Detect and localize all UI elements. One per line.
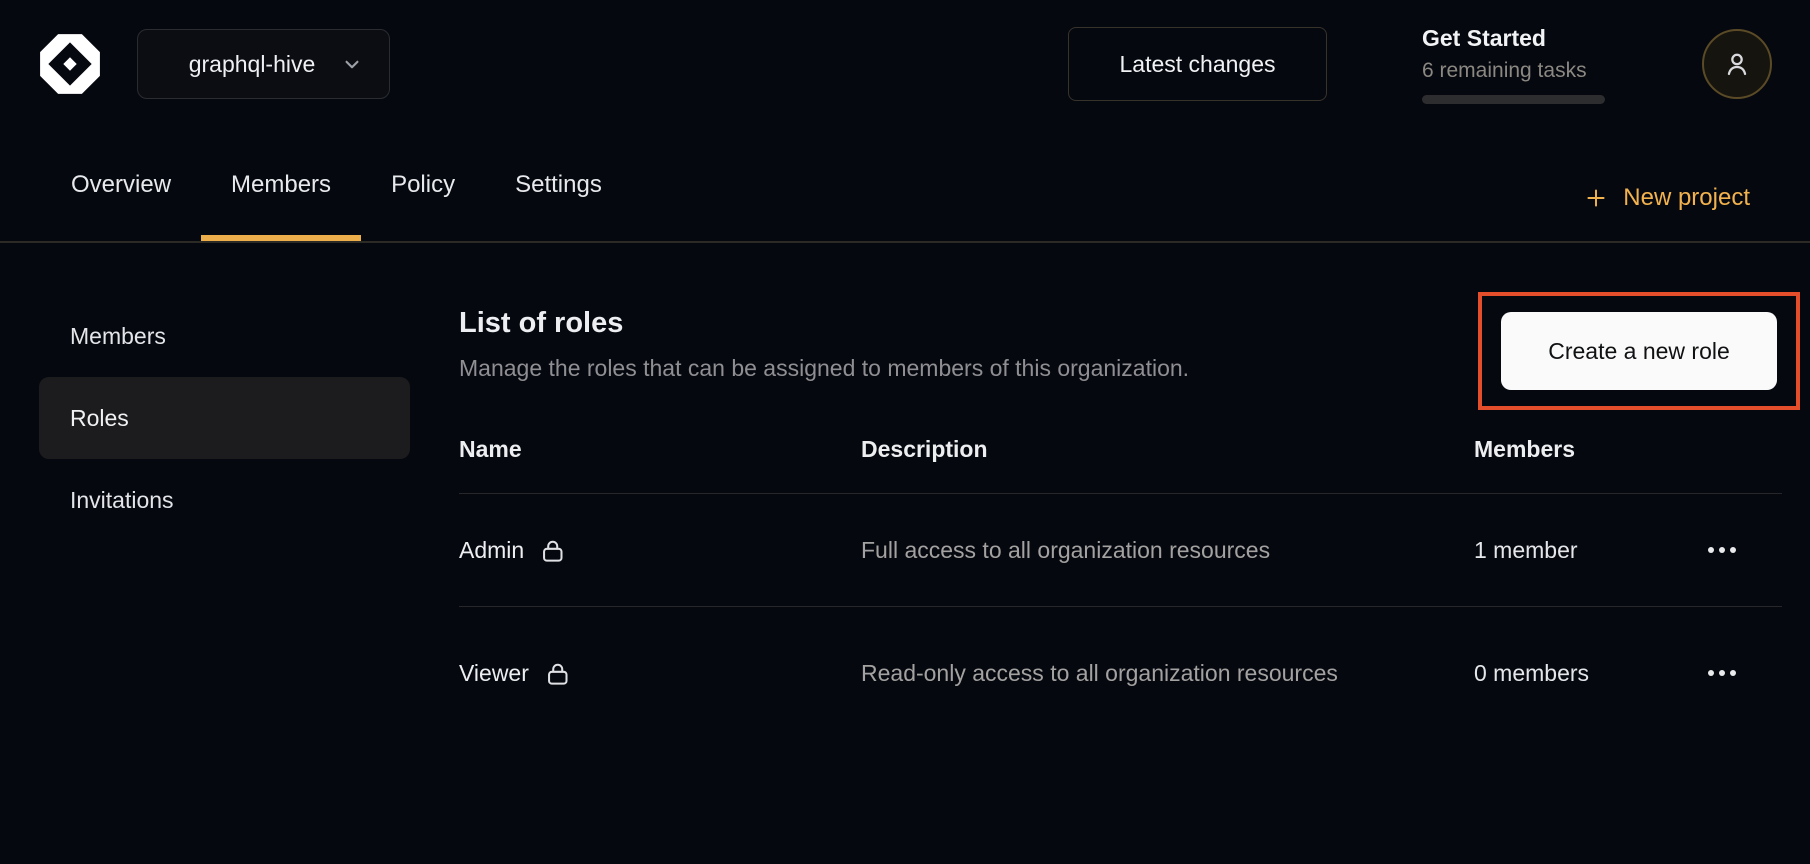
top-bar: graphql-hive Latest changes Get Started … [0, 0, 1810, 128]
role-description: Full access to all organization resource… [861, 530, 1361, 570]
table-row-viewer[interactable]: Viewer Read-only access to all organizat… [459, 606, 1782, 739]
new-project-label: New project [1623, 184, 1750, 212]
column-header-description: Description [861, 436, 1474, 463]
role-actions-cell [1662, 537, 1782, 563]
tab-overview[interactable]: Overview [41, 128, 201, 241]
role-name: Viewer [459, 660, 529, 687]
content-area: Members Roles Invitations List of roles … [0, 243, 1810, 739]
annotation-highlight: Create a new role [1478, 292, 1800, 410]
table-row-admin[interactable]: Admin Full access to all organization re… [459, 493, 1782, 606]
get-started-progress-bar [1422, 95, 1605, 104]
sidebar-item-invitations[interactable]: Invitations [39, 459, 410, 541]
user-avatar[interactable] [1702, 29, 1772, 99]
sidebar-item-members[interactable]: Members [39, 295, 410, 377]
role-members-count: 0 members [1474, 660, 1662, 687]
chevron-down-icon [339, 51, 365, 77]
role-actions-cell [1662, 660, 1782, 686]
column-header-name: Name [459, 436, 861, 463]
tab-members[interactable]: Members [201, 128, 361, 241]
roles-table: Name Description Members Admin Full acce… [459, 406, 1782, 739]
latest-changes-button[interactable]: Latest changes [1068, 27, 1327, 101]
hive-logo-icon [37, 31, 103, 97]
plus-icon [1583, 185, 1609, 211]
get-started-subtitle: 6 remaining tasks [1422, 59, 1605, 83]
table-header-row: Name Description Members [459, 406, 1782, 493]
get-started-widget[interactable]: Get Started 6 remaining tasks [1422, 25, 1605, 104]
role-name-cell: Viewer [459, 660, 861, 687]
lock-icon [539, 537, 566, 564]
tab-settings[interactable]: Settings [485, 128, 632, 241]
role-description: Read-only access to all organization res… [861, 653, 1361, 693]
organization-name: graphql-hive [165, 51, 339, 78]
role-name-cell: Admin [459, 537, 861, 564]
create-new-role-button[interactable]: Create a new role [1501, 312, 1777, 390]
tab-policy[interactable]: Policy [361, 128, 485, 241]
tabbar-spacer [632, 128, 1583, 241]
org-tab-bar: Overview Members Policy Settings New pro… [0, 128, 1810, 243]
organization-selector[interactable]: graphql-hive [137, 29, 390, 99]
role-name: Admin [459, 537, 524, 564]
role-members-count: 1 member [1474, 537, 1662, 564]
ellipsis-menu-button[interactable] [1698, 537, 1746, 563]
lock-icon [544, 660, 571, 687]
sidebar-item-roles[interactable]: Roles [39, 377, 410, 459]
new-project-button[interactable]: New project [1583, 184, 1750, 212]
ellipsis-menu-button[interactable] [1698, 660, 1746, 686]
members-sidebar: Members Roles Invitations [0, 243, 410, 739]
user-icon [1720, 47, 1754, 81]
get-started-title: Get Started [1422, 25, 1605, 52]
column-header-members: Members [1474, 436, 1662, 463]
